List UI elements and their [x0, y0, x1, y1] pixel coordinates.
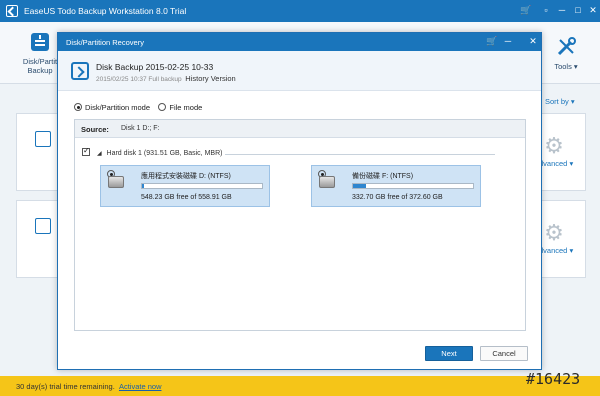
app-title-bar: EaseUS Todo Backup Workstation 8.0 Trial… — [0, 0, 600, 22]
gear-icon: ⚙ — [544, 133, 564, 158]
usage-fill — [353, 184, 367, 188]
partition-task-icon — [35, 131, 51, 147]
cart-icon[interactable]: 🛒 — [520, 5, 532, 16]
disk-label: Hard disk 1 (931.51 GB, Basic, MBR) — [106, 150, 223, 157]
partition-f-card[interactable]: 備份磁碟 F: (NTFS) 332.70 GB free of 372.60 … — [311, 165, 481, 207]
app-title: EaseUS Todo Backup Workstation 8.0 Trial — [24, 6, 187, 16]
source-label: Source: — [81, 125, 109, 134]
tools-label: Tools ▾ — [554, 62, 578, 71]
partition-d-card[interactable]: 應用程式安裝磁碟 D: (NTFS) 548.23 GB free of 558… — [100, 165, 270, 207]
backup-info-header: Disk Backup 2015-02-25 10-33 2015/02/25 … — [58, 51, 541, 91]
dialog-title: Disk/Partition Recovery — [66, 38, 144, 47]
gear-icon: ⚙ — [544, 220, 564, 245]
next-button[interactable]: Next — [425, 346, 473, 361]
minimize-button[interactable]: ─ — [556, 5, 568, 15]
hard-drive-icon — [319, 176, 335, 188]
recovery-mode-group: Disk/Partition mode File mode — [74, 103, 202, 112]
hard-disk-row[interactable]: ◢ Hard disk 1 (931.51 GB, Basic, MBR) — [82, 146, 223, 157]
backup-meta: 2015/02/25 10:37 Full backup History Ver… — [96, 74, 236, 83]
backup-name: Disk Backup 2015-02-25 10-33 — [96, 62, 214, 72]
hard-drive-icon — [108, 176, 124, 188]
partition-mode-radio[interactable]: Disk/Partition mode — [74, 103, 150, 112]
partition-name: 備份磁碟 F: (NTFS) — [352, 173, 414, 180]
collapse-triangle-icon[interactable]: ◢ — [97, 150, 102, 157]
cancel-button[interactable]: Cancel — [480, 346, 528, 361]
watermark-text: #16423 — [526, 370, 581, 388]
advanced-dropdown-2[interactable]: dvanced ▾ — [539, 246, 573, 255]
radio-selected-icon — [74, 103, 82, 111]
activate-now-link[interactable]: Activate now — [119, 382, 162, 391]
radio-unselected-icon — [158, 103, 167, 111]
trial-remaining-text: 30 day(s) trial time remaining. — [16, 382, 115, 391]
file-mode-label: File mode — [169, 103, 203, 112]
sort-by-dropdown[interactable]: Sort by ▾ — [545, 97, 575, 106]
tools-icon — [557, 37, 576, 56]
maximize-button[interactable]: □ — [572, 5, 584, 15]
cart-icon[interactable]: 🛒 — [486, 36, 498, 47]
history-version-link[interactable]: History Version — [185, 74, 235, 83]
backup-disk-icon — [31, 33, 49, 51]
close-button[interactable]: ✕ — [527, 36, 539, 47]
disk-partition-recovery-dialog: Disk/Partition Recovery 🛒 ─ ✕ Disk Backu… — [57, 32, 542, 370]
minimize-button[interactable]: ─ — [502, 36, 514, 46]
disk-backup-icon — [71, 62, 89, 80]
usage-fill — [142, 184, 145, 188]
disk-partition-backup-label: Disk/Partit Backup — [22, 57, 58, 75]
close-button[interactable]: ✕ — [587, 5, 599, 16]
source-header: Source: Disk 1 D:; F: — [75, 120, 525, 138]
partition-name: 應用程式安裝磁碟 D: (NTFS) — [141, 173, 231, 180]
file-mode-radio[interactable]: File mode — [158, 103, 202, 112]
trial-message: 30 day(s) trial time remaining. Activate… — [16, 382, 162, 391]
partition-free-space: 548.23 GB free of 558.91 GB — [141, 194, 232, 201]
restore-icon[interactable]: ▫ — [540, 5, 552, 15]
disk-task-icon — [35, 218, 51, 234]
usage-bar — [352, 183, 474, 189]
disk-partition-backup-button[interactable]: Disk/Partit Backup — [20, 31, 60, 75]
disk-checkbox[interactable] — [82, 146, 90, 156]
partition-mode-label: Disk/Partition mode — [85, 103, 151, 112]
backup-meta-text: 2015/02/25 10:37 Full backup — [96, 76, 182, 83]
tools-button[interactable]: Tools ▾ — [550, 36, 582, 71]
source-value: Disk 1 D:; F: — [121, 125, 160, 132]
app-logo-icon — [6, 5, 18, 17]
dialog-title-bar: Disk/Partition Recovery 🛒 ─ ✕ — [58, 33, 541, 51]
advanced-dropdown-1[interactable]: dvanced ▾ — [539, 159, 573, 168]
trial-status-bar: 30 day(s) trial time remaining. Activate… — [0, 376, 600, 396]
disk-divider — [225, 154, 495, 155]
source-panel: Source: Disk 1 D:; F: ◢ Hard disk 1 (931… — [74, 119, 526, 331]
partition-free-space: 332.70 GB free of 372.60 GB — [352, 194, 443, 201]
usage-bar — [141, 183, 263, 189]
